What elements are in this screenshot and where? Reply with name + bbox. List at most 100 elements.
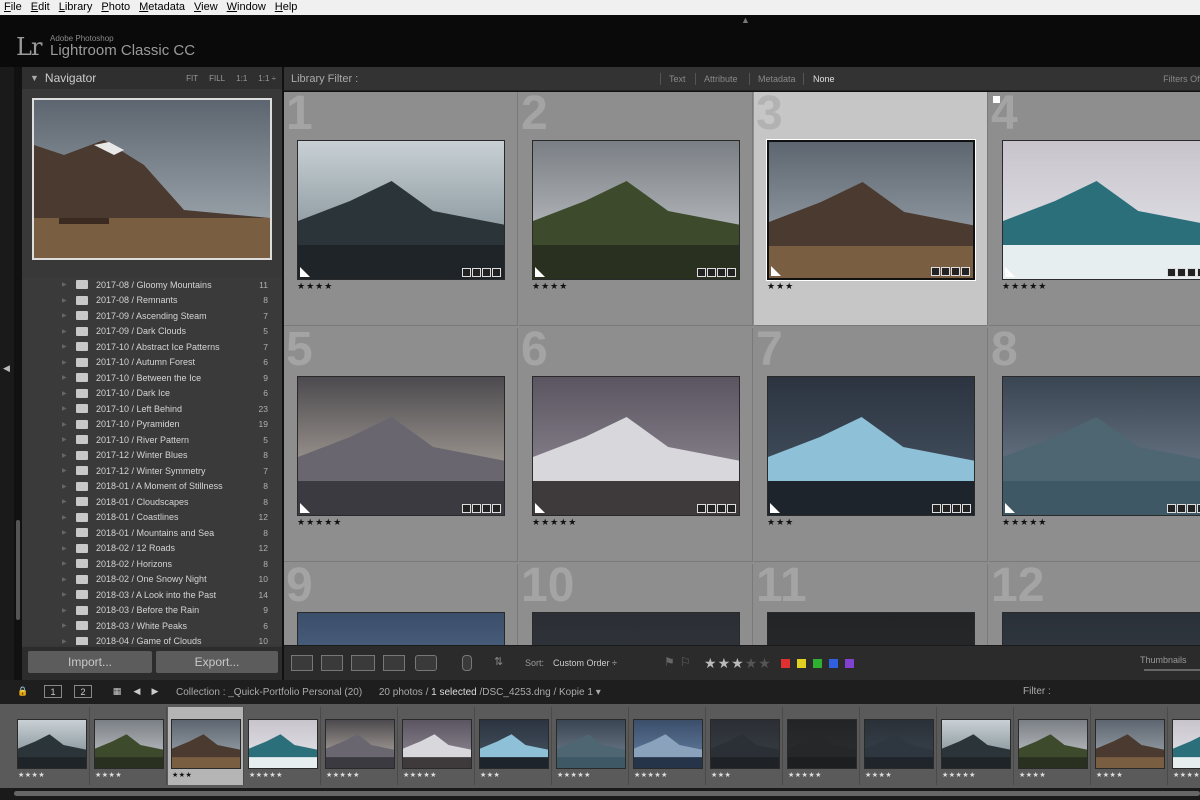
filter-tab-attribute[interactable]: Attribute xyxy=(704,74,738,84)
folder-expand-icon[interactable]: ▶ xyxy=(62,312,67,319)
grid-cell[interactable]: 10 xyxy=(519,564,753,645)
crop-badge-icon[interactable] xyxy=(1187,268,1196,277)
filmstrip-thumbnail[interactable] xyxy=(864,719,934,769)
develop-badge-icon[interactable] xyxy=(492,268,501,277)
folder-row[interactable]: ▶ 2017-10 / Dark Ice 6 xyxy=(22,386,282,402)
filmstrip-thumbnail[interactable] xyxy=(941,719,1011,769)
filmstrip-thumbnail[interactable] xyxy=(556,719,626,769)
photo-rating[interactable]: ★★★★★ xyxy=(1002,281,1047,292)
photo-rating[interactable]: ★★★ xyxy=(767,281,794,292)
navigator-zoom-option[interactable]: 1:1 ÷ xyxy=(258,74,276,83)
photo-rating[interactable]: ★★★★ xyxy=(532,281,568,292)
folder-expand-icon[interactable]: ▶ xyxy=(62,405,67,412)
folder-expand-icon[interactable]: ▶ xyxy=(62,359,67,366)
rating-star-icon[interactable]: ★ xyxy=(745,655,759,671)
sort-direction-icon[interactable]: ⇅ xyxy=(494,655,518,671)
folder-row[interactable]: ▶ 2017-09 / Dark Clouds 5 xyxy=(22,324,282,340)
secondary-window-button[interactable]: 2 xyxy=(74,685,92,698)
folder-expand-icon[interactable]: ▶ xyxy=(62,328,67,335)
color-label-swatch[interactable] xyxy=(845,659,854,668)
menu-file[interactable]: File xyxy=(4,0,22,15)
photo-thumbnail[interactable] xyxy=(1002,376,1200,516)
collection-badge-icon[interactable] xyxy=(1177,268,1186,277)
folder-expand-icon[interactable]: ▶ xyxy=(62,390,67,397)
folder-expand-icon[interactable]: ▶ xyxy=(62,343,67,350)
folder-expand-icon[interactable]: ▶ xyxy=(62,421,67,428)
keyword-badge-icon[interactable] xyxy=(697,268,706,277)
filmstrip-thumbnail[interactable] xyxy=(710,719,780,769)
folder-row[interactable]: ▶ 2018-02 / One Snowy Night 10 xyxy=(22,572,282,588)
collection-badge-icon[interactable] xyxy=(472,268,481,277)
photo-thumbnail[interactable] xyxy=(532,612,740,645)
folder-row[interactable]: ▶ 2018-02 / 12 Roads 12 xyxy=(22,541,282,557)
collection-badge-icon[interactable] xyxy=(707,504,716,513)
photo-rating[interactable]: ★★★ xyxy=(767,517,794,528)
thumbnail-size-slider[interactable] xyxy=(1144,669,1200,671)
color-label-swatch[interactable] xyxy=(781,659,790,668)
menu-edit[interactable]: Edit xyxy=(31,0,50,15)
folder-row[interactable]: ▶ 2018-03 / A Look into the Past 14 xyxy=(22,587,282,603)
folder-expand-icon[interactable]: ▶ xyxy=(62,436,67,443)
menu-help[interactable]: Help xyxy=(275,0,298,15)
photo-thumbnail[interactable] xyxy=(297,612,505,645)
metadata-badges[interactable] xyxy=(697,268,736,277)
folder-row[interactable]: ▶ 2018-02 / Horizons 8 xyxy=(22,556,282,572)
photo-rating[interactable]: ★★★★★ xyxy=(297,517,342,528)
photo-thumbnail[interactable] xyxy=(532,140,740,280)
grid-cell[interactable]: 3 ★★★ xyxy=(754,92,988,326)
folder-row[interactable]: ▶ 2017-09 / Ascending Steam 7 xyxy=(22,308,282,324)
develop-badge-icon[interactable] xyxy=(727,504,736,513)
grid-cell[interactable]: 9 xyxy=(284,564,518,645)
develop-badge-icon[interactable] xyxy=(727,268,736,277)
keyword-badge-icon[interactable] xyxy=(1167,504,1176,513)
folder-expand-icon[interactable]: ▶ xyxy=(62,297,67,304)
folder-expand-icon[interactable]: ▶ xyxy=(62,483,67,490)
filmstrip-scrollbar[interactable] xyxy=(14,791,1200,796)
grid-cell[interactable]: 8 ★★★★★ xyxy=(989,328,1200,562)
grid-cell[interactable]: 6 ★★★★★ xyxy=(519,328,753,562)
grid-cell[interactable]: 2 ★★★★ xyxy=(519,92,753,326)
folder-row[interactable]: ▶ 2017-12 / Winter Blues 8 xyxy=(22,448,282,464)
people-view-icon[interactable] xyxy=(415,655,437,671)
folder-expand-icon[interactable]: ▶ xyxy=(62,607,67,614)
filmstrip-cell[interactable]: ★★★★★ xyxy=(245,707,321,785)
folder-row[interactable]: ▶ 2018-03 / Before the Rain 9 xyxy=(22,603,282,619)
folder-row[interactable]: ▶ 2017-08 / Gloomy Mountains 11 xyxy=(22,277,282,293)
filmstrip-thumbnail[interactable] xyxy=(1018,719,1088,769)
menu-library[interactable]: Library xyxy=(59,0,93,15)
photo-thumbnail[interactable] xyxy=(532,376,740,516)
filmstrip-cell[interactable]: ★★★★★ xyxy=(630,707,706,785)
filmstrip-thumbnail[interactable] xyxy=(787,719,857,769)
left-panel-scrollbar[interactable] xyxy=(16,520,20,620)
folder-row[interactable]: ▶ 2018-04 / Game of Clouds 10 xyxy=(22,634,282,645)
filmstrip[interactable]: ★★★★ ★★★★ ★★★ ★★★★★ ★★★★★ ★★★★★ ★★★ ★★★★… xyxy=(0,704,1200,788)
filmstrip-thumbnail[interactable] xyxy=(325,719,395,769)
grid-cell[interactable]: 1 ★★★★ xyxy=(284,92,518,326)
filmstrip-cell[interactable]: ★★★ xyxy=(168,707,244,785)
folder-expand-icon[interactable]: ▶ xyxy=(62,622,67,629)
folder-list[interactable]: ▶ 2017-08 / Gloomy Mountains 11 ▶ 2017-08 / … xyxy=(22,277,282,645)
grid-cell[interactable]: 7 ★★★ xyxy=(754,328,988,562)
filmstrip-cell[interactable]: ★★★★★ xyxy=(322,707,398,785)
keyword-badge-icon[interactable] xyxy=(462,504,471,513)
crop-badge-icon[interactable] xyxy=(717,268,726,277)
metadata-badges[interactable] xyxy=(1167,268,1200,277)
metadata-badges[interactable] xyxy=(1167,504,1200,513)
crop-badge-icon[interactable] xyxy=(1187,504,1196,513)
develop-badge-icon[interactable] xyxy=(492,504,501,513)
filmstrip-thumbnail[interactable] xyxy=(171,719,241,769)
left-panel-edge[interactable]: ◀ xyxy=(0,67,14,680)
flag-icon[interactable] xyxy=(993,96,1000,103)
loupe-view-icon[interactable] xyxy=(321,655,343,671)
folder-expand-icon[interactable]: ▶ xyxy=(62,529,67,536)
photo-thumbnail[interactable] xyxy=(1002,612,1200,645)
folder-row[interactable]: ▶ 2018-01 / A Moment of Stillness 8 xyxy=(22,479,282,495)
folder-expand-icon[interactable]: ▶ xyxy=(62,467,67,474)
photo-thumbnail[interactable] xyxy=(297,140,505,280)
collapse-top-panel-icon[interactable]: ▲ xyxy=(741,15,750,25)
photo-rating[interactable]: ★★★★★ xyxy=(1002,517,1047,528)
grid-cell[interactable]: 11 xyxy=(754,564,988,645)
rating-star-icon[interactable]: ★ xyxy=(704,655,718,671)
filmstrip-thumbnail[interactable] xyxy=(479,719,549,769)
photo-rating[interactable]: ★★★★★ xyxy=(532,517,577,528)
